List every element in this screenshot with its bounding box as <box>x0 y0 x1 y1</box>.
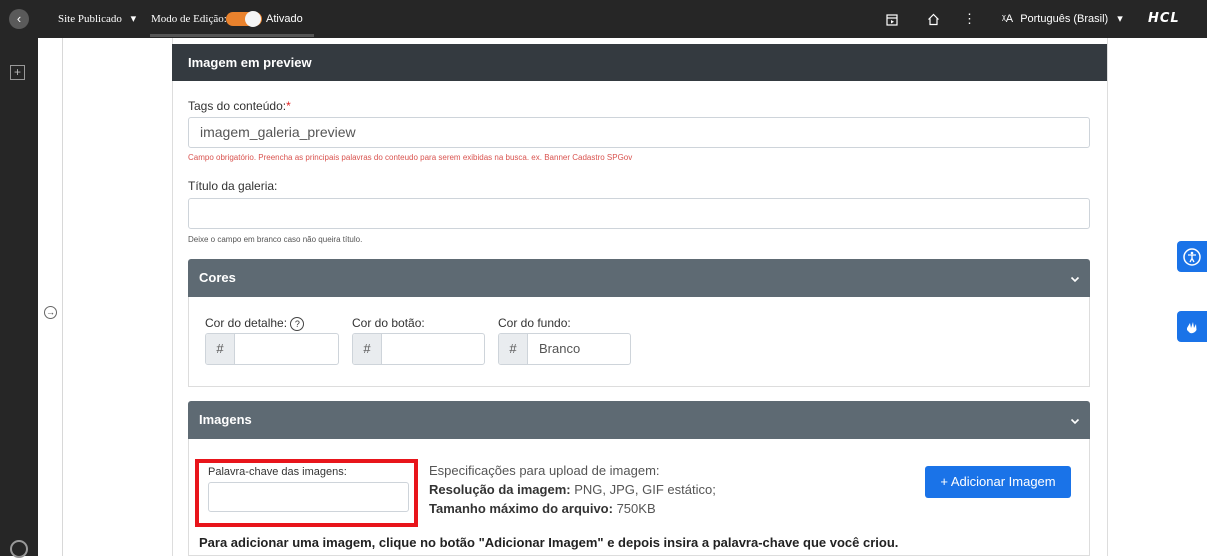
hash-prefix: # <box>353 334 382 364</box>
background-color-value: Branco <box>539 341 581 356</box>
max-size-spec: Tamanho máximo do arquivo: 750KB <box>429 501 656 516</box>
hcl-logo: HCL <box>1148 11 1180 26</box>
add-image-button[interactable]: + Adicionar Imagem <box>925 466 1071 498</box>
site-status-dropdown[interactable]: Site Publicado ▾ <box>58 0 136 38</box>
edit-mode-toggle[interactable] <box>226 11 262 27</box>
divider <box>62 38 63 556</box>
detail-color-label: Cor do detalhe: ? <box>205 316 305 331</box>
left-sidebar: + <box>0 38 38 558</box>
keyword-label: Palavra-chave das imagens: <box>208 466 347 478</box>
tags-label: Tags do conteúdo:* <box>188 99 291 113</box>
accessibility-icon[interactable] <box>1177 241 1207 272</box>
max-size-value: 750KB <box>616 501 656 516</box>
gallery-title-label: Título da galeria: <box>188 179 278 193</box>
colors-section-header[interactable]: Cores <box>188 259 1090 297</box>
home-icon[interactable] <box>927 0 940 38</box>
button-color-label: Cor do botão: <box>352 316 425 330</box>
detail-color-input[interactable]: # <box>205 333 339 365</box>
resolution-spec: Resolução da imagem: PNG, JPG, GIF estát… <box>429 482 716 497</box>
images-section-title: Imagens <box>199 412 252 427</box>
preview-icon[interactable] <box>886 0 898 38</box>
max-size-label: Tamanho máximo do arquivo: <box>429 501 613 516</box>
instruction-text: Para adicionar uma imagem, clique no bot… <box>199 535 899 550</box>
top-toolbar: ‹ Site Publicado ▾ Modo de Edição: Ativa… <box>0 0 1207 38</box>
required-marker: * <box>286 99 291 113</box>
gallery-title-input[interactable] <box>188 198 1090 229</box>
background-color-input[interactable]: # Branco <box>498 333 631 365</box>
more-options-icon[interactable]: ⋮ <box>963 0 976 38</box>
edit-mode-indicator <box>150 34 314 37</box>
images-section-header[interactable]: Imagens <box>188 401 1090 439</box>
help-ring-icon[interactable] <box>10 540 28 558</box>
expand-arrow-icon[interactable]: → <box>44 306 57 319</box>
sign-language-icon[interactable] <box>1177 311 1207 342</box>
chevron-down-icon: ▾ <box>130 13 137 25</box>
translate-icon: ᵡA <box>1002 13 1014 25</box>
language-label: Português (Brasil) <box>1020 13 1109 25</box>
site-status-label: Site Publicado <box>58 13 122 25</box>
tags-help-text: Campo obrigatório. Preencha as principai… <box>188 153 633 162</box>
resolution-value: PNG, JPG, GIF estático; <box>574 482 716 497</box>
edit-mode-status: Ativado <box>266 13 303 25</box>
colors-section-title: Cores <box>199 270 236 285</box>
chevron-down-icon: ▾ <box>1117 13 1123 25</box>
panel-title: Imagem em preview <box>172 44 1107 81</box>
language-dropdown[interactable]: ᵡA Português (Brasil) ▾ <box>1002 0 1123 38</box>
spec-title: Especificações para upload de imagem: <box>429 463 660 478</box>
chevron-down-icon <box>1070 401 1080 439</box>
hash-prefix: # <box>499 334 528 364</box>
tags-label-text: Tags do conteúdo: <box>188 99 287 113</box>
edit-mode-label: Modo de Edição: <box>151 13 227 25</box>
detail-color-label-text: Cor do detalhe: <box>205 316 288 330</box>
back-icon[interactable]: ‹ <box>9 9 29 29</box>
chevron-down-icon <box>1070 259 1080 297</box>
button-color-input[interactable]: # <box>352 333 485 365</box>
background-color-label: Cor do fundo: <box>498 316 571 330</box>
tags-input[interactable]: imagem_galeria_preview <box>188 117 1090 148</box>
keyword-input[interactable] <box>208 482 409 512</box>
gallery-title-help: Deixe o campo em branco caso não queira … <box>188 235 363 244</box>
resolution-label: Resolução da imagem: <box>429 482 571 497</box>
hash-prefix: # <box>206 334 235 364</box>
help-icon[interactable]: ? <box>290 316 305 331</box>
toggle-knob <box>245 11 261 27</box>
add-panel-icon[interactable]: + <box>10 65 25 80</box>
